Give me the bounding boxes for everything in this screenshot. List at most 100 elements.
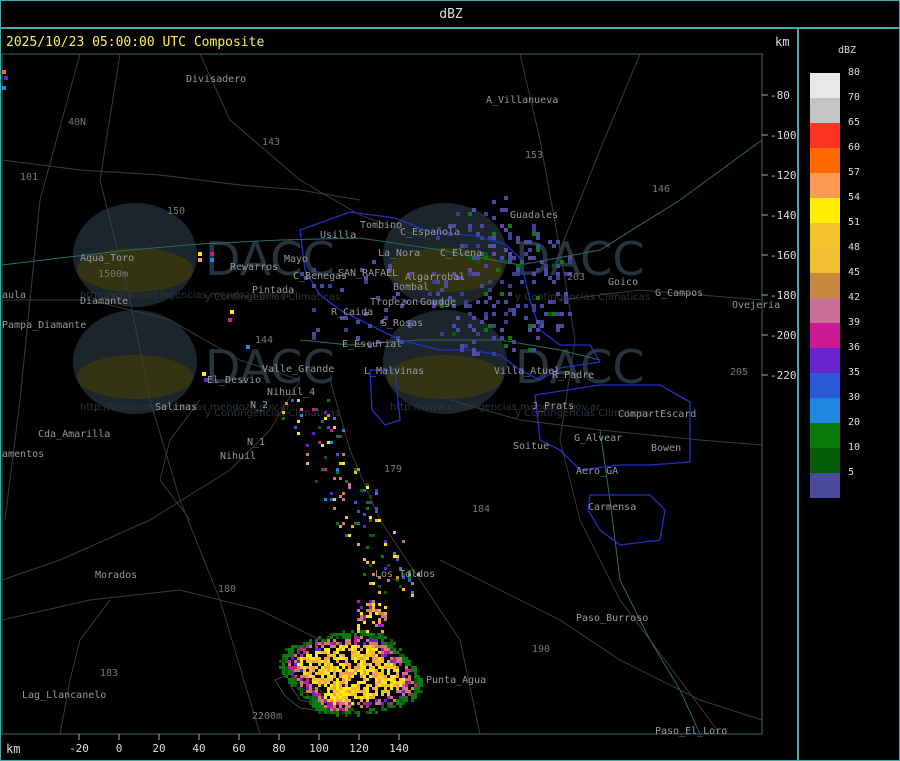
echo-cell <box>366 672 369 675</box>
echo-cell <box>440 332 444 336</box>
echo-cell <box>354 666 357 669</box>
echo-cell <box>390 702 393 705</box>
echo-cell <box>321 444 324 447</box>
echo-cell <box>500 256 504 260</box>
echo-cell <box>306 651 309 654</box>
echo-cell <box>318 441 321 444</box>
echo-cell <box>282 660 285 663</box>
echo-cell <box>492 304 496 308</box>
echo-cell <box>512 312 516 316</box>
place-label: Divisadero <box>186 74 246 85</box>
x-tick-label: 60 <box>232 742 245 755</box>
echo-cell <box>348 483 351 486</box>
echo-cell <box>315 642 318 645</box>
echo-cell <box>536 336 540 340</box>
echo-cell <box>288 669 291 672</box>
echo-cell <box>381 678 384 681</box>
echo-cell <box>309 690 312 693</box>
echo-cell <box>306 681 309 684</box>
echo-cell <box>456 328 460 332</box>
road-label: 143 <box>262 137 280 148</box>
echo-cell <box>333 705 336 708</box>
echo-cell <box>492 336 496 340</box>
echo-cell <box>484 312 488 316</box>
echo-cell <box>348 702 351 705</box>
echo-cell <box>306 660 309 663</box>
echo-cell <box>399 657 402 660</box>
echo-cell <box>345 516 348 519</box>
echo-cell <box>363 618 366 621</box>
echo-cell <box>524 316 528 320</box>
echo-cell <box>333 684 336 687</box>
echo-cell <box>312 308 316 312</box>
echo-cell <box>309 684 312 687</box>
echo-cell <box>399 699 402 702</box>
echo-cell <box>306 453 309 456</box>
echo-cell <box>327 441 330 444</box>
echo-cell <box>357 639 360 642</box>
echo-cell <box>381 675 384 678</box>
echo-cell <box>348 669 351 672</box>
echo-cell <box>340 288 344 292</box>
echo-cell <box>324 708 327 711</box>
echo-cell <box>492 244 496 248</box>
echo-cell <box>476 352 480 356</box>
echo-cell <box>228 318 232 322</box>
echo-cell <box>372 696 375 699</box>
echo-cell <box>366 507 369 510</box>
echo-cell <box>504 260 508 264</box>
place-label: Cda_Amarilla <box>38 429 110 440</box>
echo-cell <box>405 690 408 693</box>
echo-cell <box>520 280 524 284</box>
echo-cell <box>405 657 408 660</box>
echo-cell <box>384 615 387 618</box>
echo-cell <box>556 272 560 276</box>
echo-cell <box>309 699 312 702</box>
echo-cell <box>330 687 333 690</box>
echo-cell <box>384 618 387 621</box>
echo-cell <box>336 660 339 663</box>
echo-cell <box>387 648 390 651</box>
echo-cell <box>387 696 390 699</box>
echo-cell <box>456 212 460 216</box>
echo-cell <box>279 666 282 669</box>
echo-cell <box>339 477 342 480</box>
echo-cell <box>375 693 378 696</box>
road-label: 184 <box>472 504 490 515</box>
echo-cell <box>536 236 540 240</box>
echo-cell <box>327 678 330 681</box>
echo-cell <box>351 693 354 696</box>
echo-cell <box>492 312 496 316</box>
echo-cell <box>378 618 381 621</box>
echo-cell <box>351 657 354 660</box>
echo-cell <box>339 525 342 528</box>
echo-cell <box>327 708 330 711</box>
echo-cell <box>536 320 540 324</box>
echo-cell <box>360 636 363 639</box>
echo-cell <box>303 651 306 654</box>
echo-cell <box>330 441 333 444</box>
echo-cell <box>420 690 423 693</box>
echo-cell <box>300 681 303 684</box>
echo-cell <box>345 660 348 663</box>
echo-cell <box>396 651 399 654</box>
echo-cell <box>315 690 318 693</box>
echo-cell <box>336 678 339 681</box>
echo-cell <box>464 344 468 348</box>
echo-cell <box>378 684 381 687</box>
echo-cell <box>548 240 552 244</box>
echo-cell <box>360 654 363 657</box>
echo-cell <box>342 492 345 495</box>
echo-cell <box>411 696 414 699</box>
place-label: Tropezon <box>370 297 418 308</box>
echo-cell <box>366 639 369 642</box>
echo-cell <box>387 663 390 666</box>
echo-cell <box>390 675 393 678</box>
echo-cell <box>472 208 476 212</box>
echo-cell <box>476 272 480 276</box>
echo-cell <box>366 546 369 549</box>
echo-cell <box>390 678 393 681</box>
echo-cell <box>399 663 402 666</box>
radar-map[interactable]: DACC DACC DACC DACC y Contingencias Clim… <box>0 0 900 761</box>
echo-cell <box>342 708 345 711</box>
